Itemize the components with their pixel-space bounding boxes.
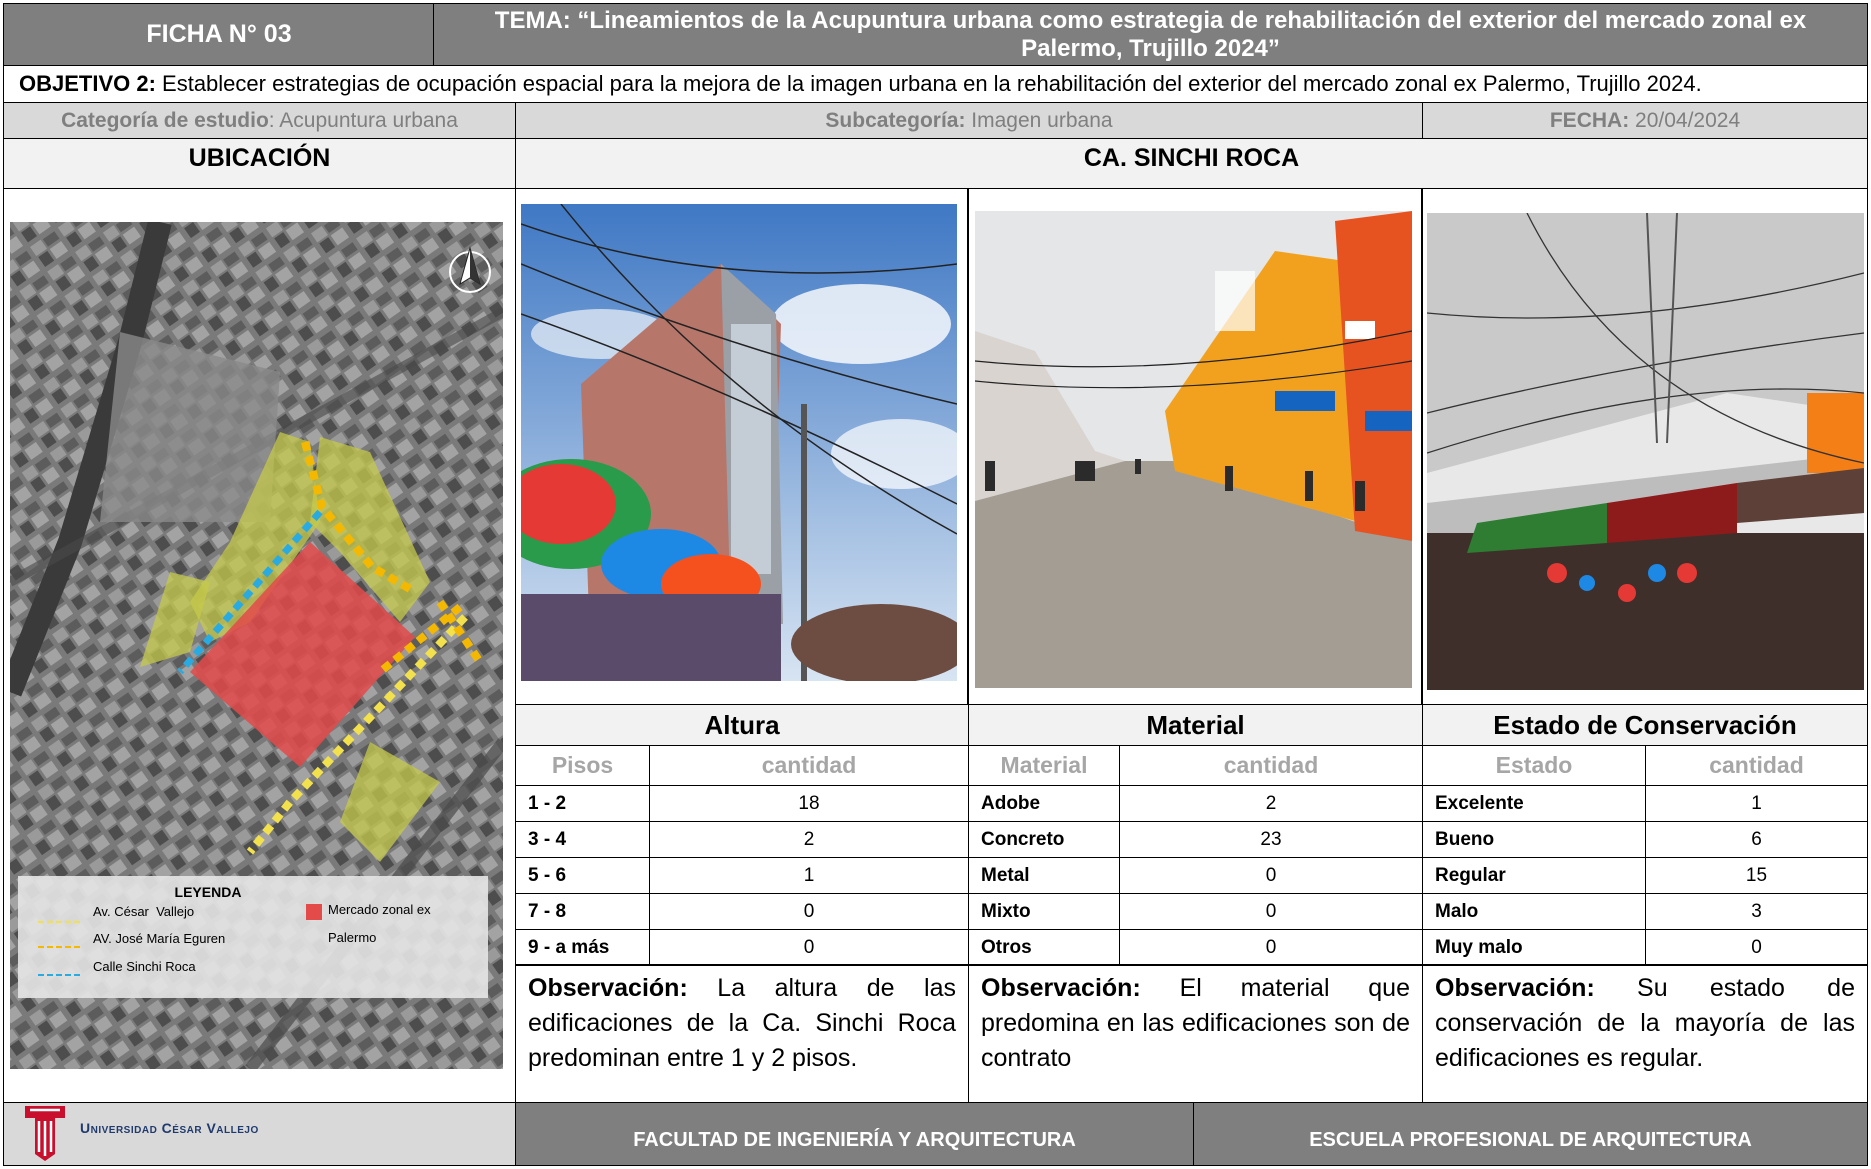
street-photo-sinchi-roca bbox=[975, 211, 1412, 688]
objetivo-label: OBJETIVO 2: bbox=[19, 71, 156, 96]
material-row-label: Concreto bbox=[968, 821, 1120, 858]
legend-label-market-2: Palermo bbox=[328, 930, 377, 945]
estado-col-estado: Estado bbox=[1422, 745, 1646, 786]
estado-row-value: 15 bbox=[1645, 857, 1868, 894]
legend-label-cesar-vallejo: Av. César Vallejo bbox=[93, 904, 195, 919]
categoria-label: Categoría de estudio bbox=[61, 108, 269, 132]
street-photo-building bbox=[521, 204, 957, 681]
altura-row-label: 7 - 8 bbox=[515, 893, 650, 930]
legend-line-cesar-vallejo bbox=[38, 921, 80, 923]
fecha-cell: FECHA: 20/04/2024 bbox=[1422, 102, 1868, 139]
estado-row-value: 0 bbox=[1645, 929, 1868, 966]
ficha-number: FICHA N° 03 bbox=[3, 3, 435, 66]
material-row-label: Metal bbox=[968, 857, 1120, 894]
subcategoria-value: Imagen urbana bbox=[965, 108, 1113, 132]
tema-title: TEMA: “Lineamientos de la Acupuntura urb… bbox=[433, 3, 1868, 66]
estado-row-label: Muy malo bbox=[1422, 929, 1646, 966]
altura-row-value: 18 bbox=[649, 785, 969, 822]
altura-row-label: 3 - 4 bbox=[515, 821, 650, 858]
street-photo-market-facade bbox=[1427, 213, 1864, 690]
escuela-label: ESCUELA PROFESIONAL DE ARQUITECTURA bbox=[1193, 1102, 1868, 1166]
altura-row-value: 2 bbox=[649, 821, 969, 858]
material-obs-label: Observación: bbox=[981, 974, 1141, 1002]
legend-line-jose-maria-eguren bbox=[38, 946, 80, 948]
ubicacion-title: UBICACIÓN bbox=[3, 138, 516, 189]
altura-row-value: 1 bbox=[649, 857, 969, 894]
material-row-value: 0 bbox=[1119, 893, 1423, 930]
estado-col-cantidad: cantidad bbox=[1645, 745, 1868, 786]
material-observation: Observación: El material que predomina e… bbox=[968, 964, 1423, 1103]
estado-observation: Observación: Su estado de conservación d… bbox=[1422, 964, 1868, 1103]
material-row-value: 0 bbox=[1119, 857, 1423, 894]
estado-row-value: 3 bbox=[1645, 893, 1868, 930]
fecha-label: FECHA: bbox=[1549, 108, 1630, 132]
altura-row-label: 9 - a más bbox=[515, 929, 650, 966]
map-legend: LEYENDA Av. César Vallejo AV. José María… bbox=[18, 876, 488, 998]
altura-row-label: 5 - 6 bbox=[515, 857, 650, 894]
legend-label-jose-maria-eguren: AV. José María Eguren bbox=[93, 931, 226, 946]
categoria-cell: Categoría de estudio: Acupuntura urbana bbox=[3, 102, 516, 139]
ucv-logo-icon bbox=[22, 1104, 68, 1162]
material-col-cantidad: cantidad bbox=[1119, 745, 1423, 786]
subcategoria-cell: Subcategoría: Imagen urbana bbox=[515, 102, 1423, 139]
subcategoria-label: Subcategoría: bbox=[825, 108, 966, 132]
material-col-material: Material bbox=[968, 745, 1120, 786]
material-row-label: Adobe bbox=[968, 785, 1120, 822]
estado-title: Estado de Conservación bbox=[1422, 704, 1868, 746]
altura-obs-label: Observación: bbox=[528, 974, 688, 1002]
objetivo-text: Establecer estrategias de ocupación espa… bbox=[155, 71, 1702, 96]
altura-row-value: 0 bbox=[649, 893, 969, 930]
material-row-value: 23 bbox=[1119, 821, 1423, 858]
objetivo-row: OBJETIVO 2: Establecer estrategias de oc… bbox=[3, 65, 1868, 103]
altura-title: Altura bbox=[515, 704, 969, 746]
altura-row-label: 1 - 2 bbox=[515, 785, 650, 822]
altura-col-pisos: Pisos bbox=[515, 745, 650, 786]
legend-swatch-market bbox=[306, 904, 322, 920]
estado-row-label: Malo bbox=[1422, 893, 1646, 930]
street-title: CA. SINCHI ROCA bbox=[515, 138, 1868, 189]
material-title: Material bbox=[968, 704, 1423, 746]
estado-row-value: 1 bbox=[1645, 785, 1868, 822]
estado-row-label: Bueno bbox=[1422, 821, 1646, 858]
legend-title: LEYENDA bbox=[174, 884, 242, 900]
facultad-label: FACULTAD DE INGENIERÍA Y ARQUITECTURA bbox=[515, 1102, 1194, 1166]
altura-col-cantidad: cantidad bbox=[649, 745, 969, 786]
legend-label-sinchi-roca: Calle Sinchi Roca bbox=[93, 959, 196, 974]
legend-line-sinchi-roca bbox=[38, 974, 80, 976]
material-row-label: Otros bbox=[968, 929, 1120, 966]
estado-row-value: 6 bbox=[1645, 821, 1868, 858]
material-row-label: Mixto bbox=[968, 893, 1120, 930]
material-row-value: 2 bbox=[1119, 785, 1423, 822]
location-map: LEYENDA Av. César Vallejo AV. José María… bbox=[10, 222, 503, 1069]
photo-divider-1 bbox=[967, 188, 969, 705]
altura-observation: Observación: La altura de las edificacio… bbox=[515, 964, 969, 1103]
categoria-value: : Acupuntura urbana bbox=[268, 108, 458, 132]
estado-obs-label: Observación: bbox=[1435, 974, 1595, 1002]
estado-row-label: Regular bbox=[1422, 857, 1646, 894]
material-row-value: 0 bbox=[1119, 929, 1423, 966]
photo-divider-2 bbox=[1421, 188, 1423, 705]
legend-label-market-1: Mercado zonal ex bbox=[328, 902, 431, 917]
university-name: Universidad César Vallejo bbox=[80, 1120, 259, 1136]
estado-row-label: Excelente bbox=[1422, 785, 1646, 822]
fecha-value: 20/04/2024 bbox=[1629, 108, 1741, 132]
altura-row-value: 0 bbox=[649, 929, 969, 966]
